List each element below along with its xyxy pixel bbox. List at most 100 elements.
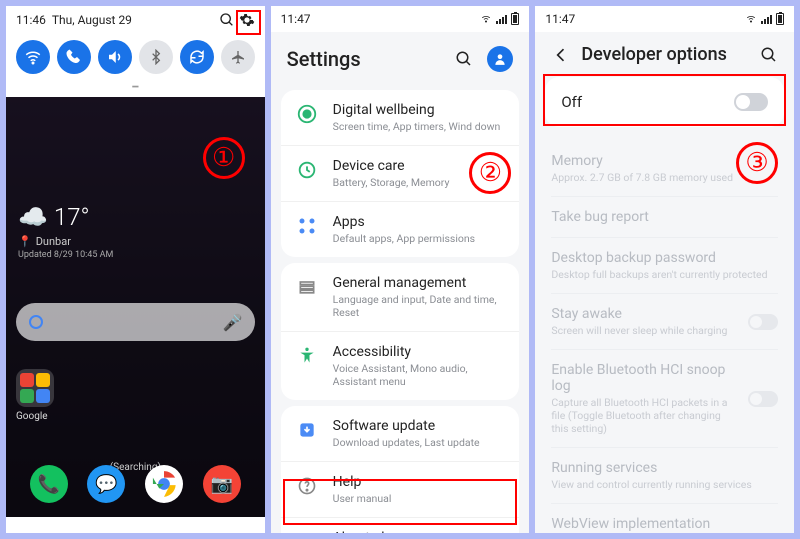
item-subtitle: Desktop full backups aren't currently pr…: [551, 268, 778, 281]
weather-widget[interactable]: ☁️17° 📍 Dunbar Updated 8/29 10:45 AM: [18, 203, 113, 260]
developer-header: Developer options: [535, 32, 794, 77]
settings-row-general[interactable]: General management Language and input, Da…: [281, 263, 520, 332]
app-folder[interactable]: [16, 369, 54, 407]
step-badge-1: ①: [203, 137, 245, 179]
sound-toggle-icon[interactable]: [98, 40, 132, 74]
item-subtitle: Screen will never sleep while charging: [551, 324, 740, 337]
settings-row-apps[interactable]: Apps Default apps, App permissions: [281, 202, 520, 257]
battery-icon: [776, 13, 784, 25]
wifi-status-icon: [480, 14, 492, 24]
search-icon[interactable]: [760, 46, 778, 64]
page-title: Settings: [287, 47, 361, 71]
dev-item-stay-awake[interactable]: Stay awake Screen will never sleep while…: [551, 294, 778, 350]
row-title: General management: [333, 275, 506, 291]
dock: 📞 💬 📷: [6, 465, 265, 503]
item-title: Running services: [551, 460, 778, 476]
messages-app-icon[interactable]: 💬: [87, 465, 125, 503]
wifi-toggle-icon[interactable]: [16, 40, 50, 74]
phone-app-icon[interactable]: 📞: [30, 465, 68, 503]
signal-icon: [761, 14, 772, 24]
update-icon: [295, 418, 319, 442]
search-icon[interactable]: [219, 12, 235, 28]
calls-toggle-icon[interactable]: [57, 40, 91, 74]
google-logo-icon: [28, 314, 44, 330]
developer-options-panel: 11:47 Developer options Off ③ Memory App…: [535, 6, 794, 533]
dev-item-bt-snoop[interactable]: Enable Bluetooth HCI snoop log Capture a…: [551, 350, 778, 448]
step-badge-3: ③: [736, 142, 778, 184]
item-title: WebView implementation: [551, 516, 778, 532]
wellbeing-icon: [295, 102, 319, 126]
chrome-app-icon[interactable]: [145, 465, 183, 503]
account-avatar[interactable]: [487, 46, 513, 72]
page-title: Developer options: [581, 44, 727, 65]
weather-updated: Updated 8/29 10:45 AM: [18, 250, 113, 260]
battery-icon: [511, 13, 519, 25]
dev-item-running-services[interactable]: Running services View and control curren…: [551, 448, 778, 504]
highlight-box-off: [543, 74, 786, 126]
home-screen-panel: 11:46 Thu, August 29 ━ ①: [6, 6, 265, 533]
highlight-box-gear: [236, 10, 261, 35]
row-title: Software update: [333, 418, 480, 434]
settings-row-update[interactable]: Software update Download updates, Last up…: [281, 406, 520, 462]
clock-time: 11:47: [545, 12, 575, 26]
row-subtitle: Screen time, App timers, Wind down: [333, 120, 501, 133]
row-title: Accessibility: [333, 344, 506, 360]
status-bar: 11:46 Thu, August 29: [6, 6, 265, 34]
bluetooth-toggle-icon[interactable]: [139, 40, 173, 74]
status-bar: 11:47: [535, 6, 794, 32]
settings-row-accessibility[interactable]: Accessibility Voice Assistant, Mono audio…: [281, 332, 520, 400]
search-icon[interactable]: [455, 50, 473, 68]
back-icon[interactable]: [551, 45, 571, 65]
devicecare-icon: [295, 158, 319, 182]
item-subtitle: Capture all Bluetooth HCI packets in a f…: [551, 396, 740, 435]
dev-item-webview[interactable]: WebView implementation Chrome: [551, 504, 778, 533]
row-subtitle: Default apps, App permissions: [333, 232, 475, 245]
settings-group-2: General management Language and input, Da…: [281, 263, 520, 400]
quick-settings-row: [6, 34, 265, 82]
clock-time: 11:46: [16, 13, 46, 27]
folder-label: Google: [16, 411, 48, 422]
drag-handle[interactable]: ━: [6, 82, 265, 97]
wifi-status-icon: [745, 14, 757, 24]
home-wallpaper: ① ☁️17° 📍Dunbar Updated 8/29 10:45 AM 🎤 …: [6, 97, 265, 517]
item-title: Enable Bluetooth HCI snoop log: [551, 362, 740, 394]
developer-options-list: Memory Approx. 2.7 GB of 7.8 GB memory u…: [535, 137, 794, 533]
dev-item-backup-password[interactable]: Desktop backup password Desktop full bac…: [551, 238, 778, 294]
item-title: Stay awake: [551, 306, 740, 322]
google-search-bar[interactable]: 🎤: [16, 303, 255, 341]
settings-header: Settings: [271, 32, 530, 84]
highlight-box-developer: [283, 479, 518, 525]
item-subtitle: View and control currently running servi…: [551, 478, 778, 491]
camera-app-icon[interactable]: 📷: [203, 465, 241, 503]
general-icon: [295, 275, 319, 299]
row-subtitle: Language and input, Date and time, Reset: [333, 293, 506, 319]
clock-date: Thu, August 29: [52, 13, 132, 27]
location-pin-icon: 📍: [18, 235, 32, 248]
accessibility-icon: [295, 344, 319, 368]
temperature: 17°: [54, 203, 90, 231]
status-bar: 11:47: [271, 6, 530, 32]
row-title: Digital wellbeing: [333, 102, 501, 118]
rotate-toggle-icon[interactable]: [180, 40, 214, 74]
apps-icon: [295, 214, 319, 238]
row-title: Device care: [333, 158, 450, 174]
row-subtitle: Battery, Storage, Memory: [333, 176, 450, 189]
settings-row-wellbeing[interactable]: Digital wellbeing Screen time, App timers…: [281, 90, 520, 146]
row-subtitle: Download updates, Last update: [333, 436, 480, 449]
about-icon: [295, 530, 319, 533]
airplane-toggle-icon[interactable]: [221, 40, 255, 74]
row-subtitle: Voice Assistant, Mono audio, Assistant m…: [333, 362, 506, 388]
mic-icon[interactable]: 🎤: [223, 313, 243, 332]
item-title: Desktop backup password: [551, 250, 778, 266]
row-title: Apps: [333, 214, 475, 230]
settings-panel: 11:47 Settings ② Digital wellbeingScreen…: [271, 6, 530, 533]
item-title: Take bug report: [551, 209, 778, 225]
toggle-switch[interactable]: [748, 391, 778, 407]
dev-item-bugreport[interactable]: Take bug report: [551, 197, 778, 238]
weather-icon: ☁️: [18, 203, 48, 231]
toggle-switch[interactable]: [748, 314, 778, 330]
row-title: About phone: [333, 530, 506, 533]
location-name: Dunbar: [36, 235, 71, 248]
clock-time: 11:47: [281, 12, 311, 26]
signal-icon: [496, 14, 507, 24]
